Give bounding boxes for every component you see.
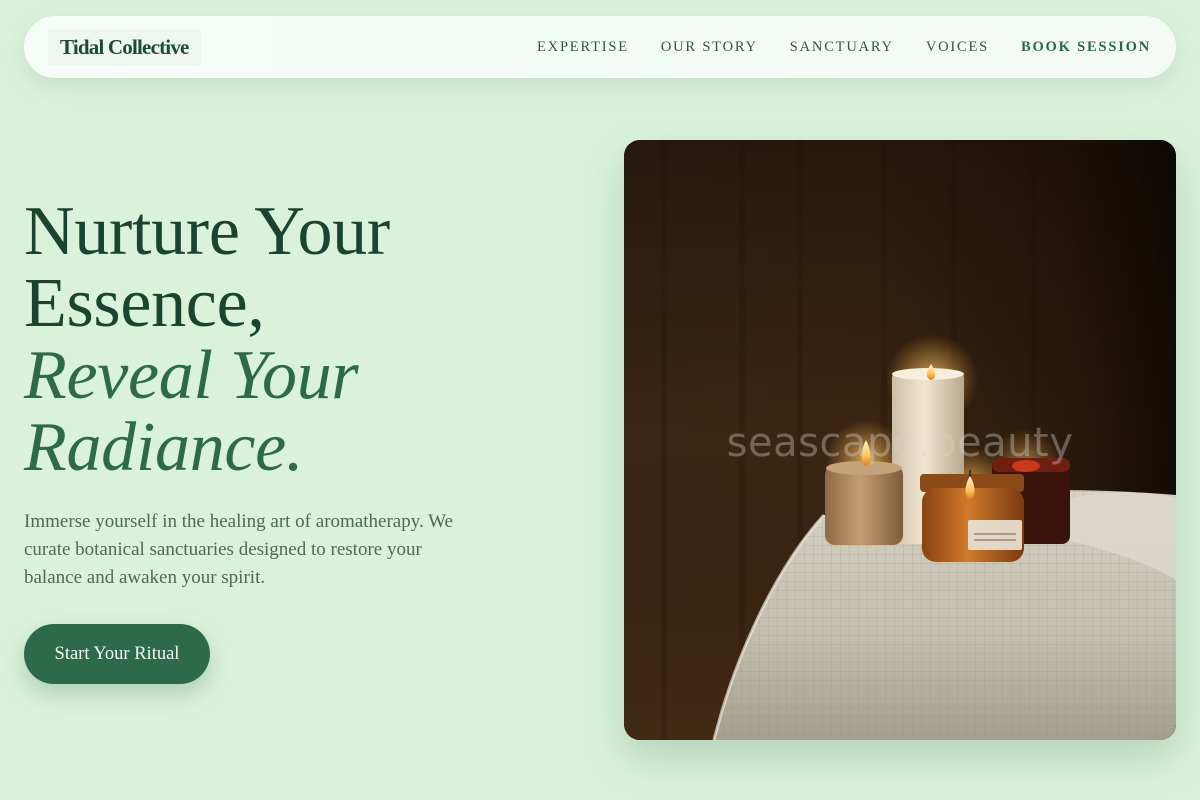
- hero-title-italic-line-1: Reveal Your: [24, 337, 359, 414]
- hero-title: Nurture Your Essence, Reveal Your Radian…: [24, 196, 390, 484]
- hero-image: seascape.beauty: [624, 140, 1176, 740]
- nav-link-our-story[interactable]: OUR STORY: [661, 39, 758, 56]
- nav-link-expertise[interactable]: EXPERTISE: [537, 39, 629, 56]
- top-nav: Tidal Collective EXPERTISE OUR STORY SAN…: [24, 16, 1176, 78]
- hero-title-italic-line-2: Radiance.: [24, 409, 304, 486]
- start-ritual-button[interactable]: Start Your Ritual: [24, 624, 210, 684]
- candles-illustration: [624, 140, 1176, 740]
- hero-title-line-1: Nurture Your: [24, 193, 390, 270]
- nav-link-voices[interactable]: VOICES: [926, 39, 989, 56]
- hero-description: Immerse yourself in the healing art of a…: [24, 511, 453, 588]
- hero-title-line-2: Essence,: [24, 265, 265, 342]
- nav-links: EXPERTISE OUR STORY SANCTUARY VOICES BOO…: [505, 39, 1151, 56]
- brand-logo[interactable]: Tidal Collective: [48, 28, 201, 66]
- nav-link-book-session[interactable]: BOOK SESSION: [1021, 39, 1151, 56]
- nav-link-sanctuary[interactable]: SANCTUARY: [790, 39, 894, 56]
